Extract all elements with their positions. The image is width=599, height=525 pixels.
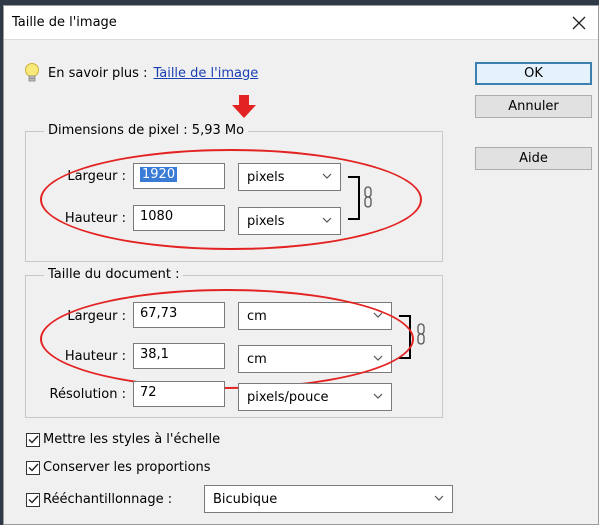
info-label: En savoir plus : — [48, 65, 148, 81]
constrain-proportions-label: Conserver les proportions — [43, 460, 211, 475]
doc-height-unit-select[interactable]: cm — [238, 345, 392, 373]
pixel-height-unit-select[interactable]: pixels — [238, 207, 341, 235]
doc-height-label: Hauteur : — [64, 349, 126, 364]
pixel-height-label: Hauteur : — [64, 211, 126, 226]
chain-link-icon[interactable] — [416, 323, 426, 345]
pixel-width-input[interactable]: 1920 — [133, 163, 225, 189]
document-size-legend: Taille du document : — [44, 267, 184, 282]
chevron-down-icon — [322, 217, 332, 223]
ok-button[interactable]: OK — [475, 62, 592, 85]
title-bar: Taille de l'image — [4, 6, 598, 40]
doc-width-unit-select[interactable]: cm — [238, 302, 392, 330]
pixel-dimensions-group — [25, 131, 443, 262]
pixel-height-unit: pixels — [247, 214, 285, 229]
scale-styles-checkbox[interactable] — [26, 432, 40, 447]
pixel-width-label: Largeur : — [67, 169, 126, 184]
checkmark-icon — [28, 495, 39, 504]
info-row: En savoir plus : Taille de l'image — [24, 62, 258, 84]
resolution-value: 72 — [140, 385, 157, 400]
doc-height-input[interactable]: 38,1 — [133, 343, 225, 369]
chevron-down-icon — [373, 312, 383, 318]
checkmark-icon — [28, 463, 39, 472]
pixel-height-value: 1080 — [140, 209, 174, 224]
resolution-label: Résolution : — [49, 387, 126, 402]
resolution-unit-select[interactable]: pixels/pouce — [238, 383, 392, 411]
chain-link-icon[interactable] — [363, 186, 373, 208]
doc-width-label: Largeur : — [67, 309, 126, 324]
image-size-dialog: Taille de l'image En savoir plus : Taill… — [3, 5, 599, 525]
pixel-width-unit: pixels — [247, 170, 285, 185]
scale-styles-label: Mettre les styles à l'échelle — [43, 432, 221, 447]
chevron-down-icon — [322, 173, 332, 179]
doc-width-unit: cm — [247, 309, 267, 324]
document-link-bracket — [399, 315, 411, 359]
resample-option[interactable]: Rééchantillonnage : — [26, 492, 172, 507]
pixel-width-unit-select[interactable]: pixels — [238, 163, 341, 191]
chevron-down-icon — [373, 393, 383, 399]
resample-method-value: Bicubique — [213, 492, 278, 507]
pixel-dimensions-legend: Dimensions de pixel : 5,93 Mo — [44, 123, 249, 138]
lightbulb-icon — [25, 63, 39, 82]
info-link[interactable]: Taille de l'image — [153, 66, 258, 81]
doc-height-value: 38,1 — [140, 347, 169, 362]
pixel-link-bracket — [348, 176, 360, 220]
red-arrow-down-icon — [232, 95, 256, 118]
doc-width-input[interactable]: 67,73 — [133, 302, 225, 328]
close-button[interactable] — [564, 9, 594, 37]
resample-label: Rééchantillonnage : — [43, 492, 173, 507]
checkmark-icon — [28, 435, 39, 444]
chevron-down-icon — [373, 355, 383, 361]
constrain-proportions-option[interactable]: Conserver les proportions — [26, 460, 211, 475]
dialog-title: Taille de l'image — [12, 15, 117, 30]
resolution-input[interactable]: 72 — [133, 381, 225, 407]
help-button[interactable]: Aide — [475, 147, 592, 170]
constrain-proportions-checkbox[interactable] — [26, 460, 40, 475]
scale-styles-option[interactable]: Mettre les styles à l'échelle — [26, 432, 220, 447]
cancel-button[interactable]: Annuler — [475, 95, 592, 118]
chevron-down-icon — [434, 495, 444, 501]
doc-width-value: 67,73 — [140, 306, 178, 321]
doc-height-unit: cm — [247, 352, 267, 367]
resolution-unit: pixels/pouce — [247, 390, 329, 405]
resample-method-select[interactable]: Bicubique — [204, 485, 453, 513]
resample-checkbox[interactable] — [26, 492, 40, 507]
close-icon — [572, 16, 586, 30]
pixel-width-value: 1920 — [140, 167, 178, 182]
pixel-height-input[interactable]: 1080 — [133, 205, 225, 231]
